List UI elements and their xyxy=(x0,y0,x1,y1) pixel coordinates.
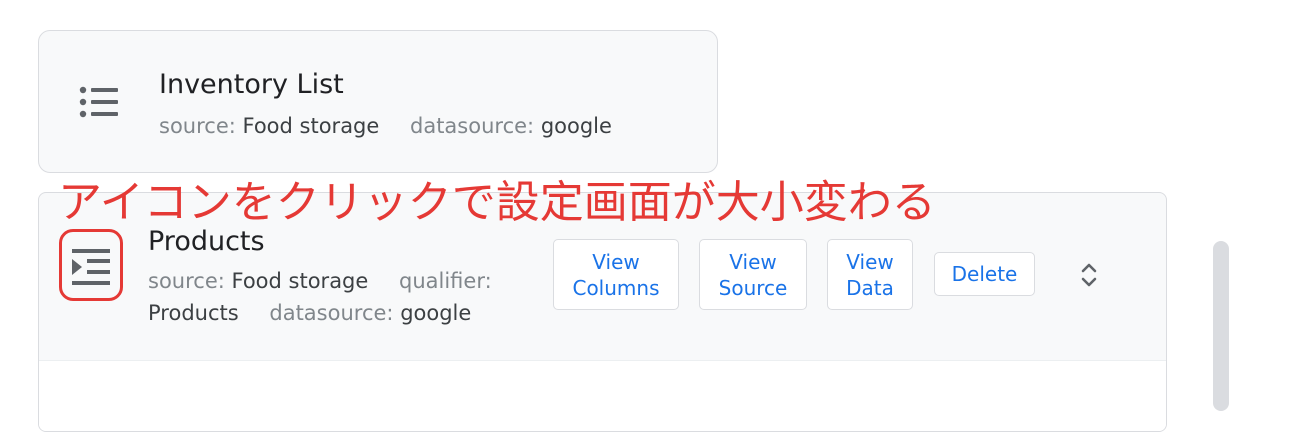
datasource-key: datasource: xyxy=(269,301,394,325)
button-label-line-2: Data xyxy=(846,275,894,300)
card-title: Inventory List xyxy=(159,69,344,100)
source-key: source: xyxy=(148,269,225,293)
qualifier-value: Products xyxy=(148,301,239,325)
datasource-value: google xyxy=(540,114,612,138)
source-key: source: xyxy=(159,114,236,138)
view-data-button[interactable]: View Data xyxy=(827,239,913,310)
datasource-key: datasource: xyxy=(410,114,535,138)
card-meta-line-2: Products datasource: google xyxy=(148,301,471,325)
button-label-line-2: Source xyxy=(718,275,788,300)
view-source-button[interactable]: View Source xyxy=(699,239,807,310)
inventory-list-card[interactable]: Inventory List source: Food storage data… xyxy=(38,30,718,173)
button-label-line-2: Columns xyxy=(572,275,660,300)
datasource-value: google xyxy=(400,301,472,325)
source-value: Food storage xyxy=(231,269,369,293)
delete-button[interactable]: Delete xyxy=(934,252,1035,296)
list-icon[interactable] xyxy=(79,85,119,119)
button-label-line-1: View xyxy=(846,249,894,274)
source-value: Food storage xyxy=(242,114,380,138)
card-meta: source: Food storage datasource: google xyxy=(159,114,612,138)
view-columns-button[interactable]: View Columns xyxy=(553,239,679,310)
card-meta-line-1: source: Food storage qualifier: xyxy=(148,269,492,293)
button-label-line-1: View xyxy=(729,249,777,274)
scrollbar-thumb[interactable] xyxy=(1213,241,1229,411)
annotation-text: アイコンをクリックで設定画面が大小変わる xyxy=(58,177,936,228)
button-label-line-1: View xyxy=(592,249,640,274)
card-content-area xyxy=(39,360,1166,431)
button-label: Delete xyxy=(951,262,1018,286)
unfold-more-icon[interactable] xyxy=(1079,261,1099,289)
card-title: Products xyxy=(148,226,265,257)
qualifier-key: qualifier: xyxy=(399,269,492,293)
format-indent-increase-icon[interactable] xyxy=(59,229,123,301)
